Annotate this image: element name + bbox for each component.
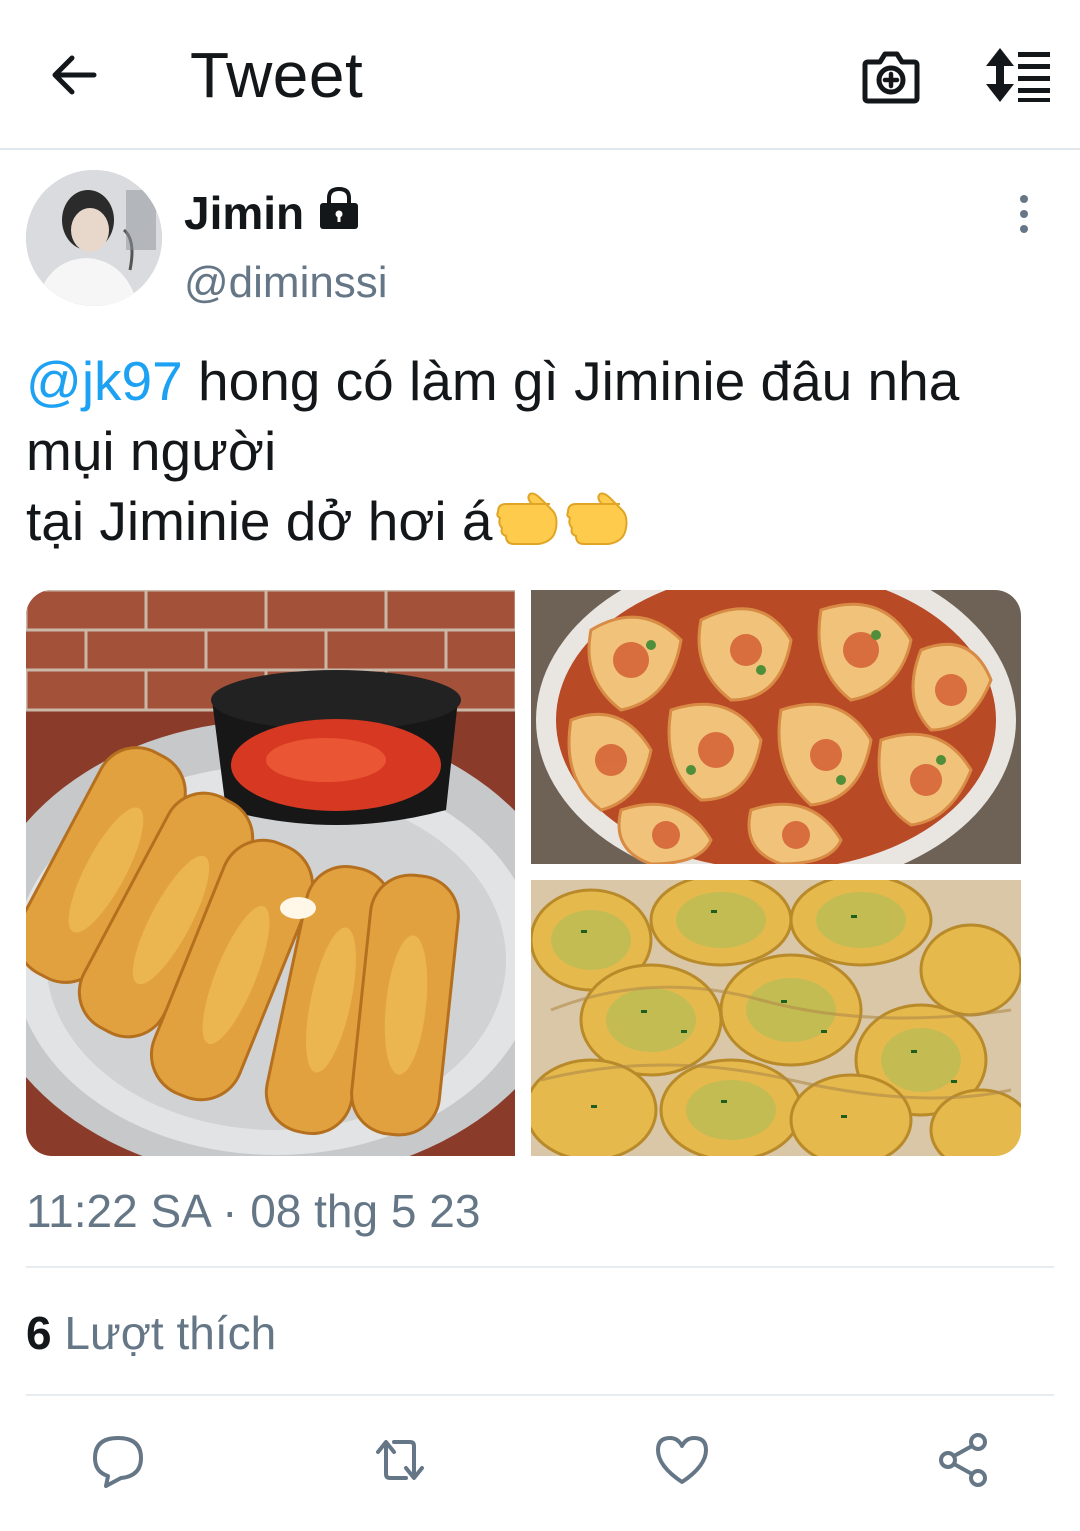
share-icon[interactable] bbox=[934, 1430, 994, 1490]
meta-separator: · bbox=[222, 1185, 238, 1237]
author-name[interactable]: Jimin bbox=[184, 186, 304, 240]
tweet-text: @jk97 hong có làm gì Jiminie đâu nha mụi… bbox=[26, 346, 1071, 566]
retweet-icon[interactable] bbox=[370, 1430, 430, 1490]
divider bbox=[26, 1394, 1054, 1396]
avatar[interactable] bbox=[26, 170, 162, 306]
reply-icon[interactable] bbox=[88, 1430, 148, 1490]
pointing-right-emoji bbox=[562, 488, 632, 566]
tweet-action-bar bbox=[0, 1430, 1080, 1494]
author-handle[interactable]: @diminssi bbox=[184, 258, 388, 308]
tweet-media-grid bbox=[26, 590, 1021, 1156]
crinkle-cut-potatoes-photo[interactable] bbox=[531, 880, 1021, 1156]
tweet-line-1: @jk97 hong có làm gì Jiminie đâu nha bbox=[26, 346, 1071, 416]
wontons-chili-oil-photo[interactable] bbox=[531, 590, 1021, 864]
tweet-time: 11:22 SA bbox=[26, 1185, 210, 1237]
mozzarella-sticks-photo[interactable] bbox=[26, 590, 515, 1156]
pointing-right-emoji bbox=[492, 488, 562, 566]
tweet-timestamp[interactable]: 11:22 SA · 08 thg 5 23 bbox=[26, 1184, 480, 1238]
like-icon[interactable] bbox=[652, 1430, 712, 1490]
lock-icon bbox=[316, 185, 362, 231]
mention-link[interactable]: @jk97 bbox=[26, 350, 183, 412]
sort-lines-icon[interactable] bbox=[984, 48, 1052, 102]
more-options-icon[interactable] bbox=[1004, 192, 1044, 236]
back-arrow-icon[interactable] bbox=[44, 46, 102, 104]
tweet-line-3-text: tại Jiminie dở hơi á bbox=[26, 490, 493, 552]
likes-count: 6 bbox=[26, 1307, 52, 1359]
likes-stat[interactable]: 6 Lượt thích bbox=[26, 1306, 276, 1360]
top-app-bar: Tweet bbox=[0, 0, 1080, 150]
tweet-line-1-text: hong có làm gì Jiminie đâu nha bbox=[182, 350, 960, 412]
page-title: Tweet bbox=[190, 39, 364, 111]
divider bbox=[26, 1266, 1054, 1268]
camera-plus-icon[interactable] bbox=[860, 46, 922, 106]
likes-label: Lượt thích bbox=[64, 1307, 277, 1359]
tweet-line-3: tại Jiminie dở hơi á bbox=[26, 486, 1071, 566]
tweet-line-2: mụi người bbox=[26, 420, 277, 482]
tweet-date: 08 thg 5 23 bbox=[250, 1185, 481, 1237]
